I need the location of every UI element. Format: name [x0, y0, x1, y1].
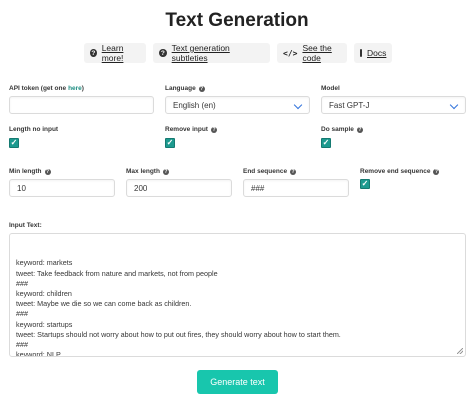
do-sample-label-text: Do sample — [321, 126, 354, 133]
language-value: English (en) — [173, 100, 216, 110]
get-token-link[interactable]: here — [68, 85, 82, 92]
language-label-text: Language — [165, 85, 196, 92]
learn-more-button[interactable]: ? Learn more! — [84, 43, 146, 63]
min-length-label-text: Min length — [9, 168, 42, 175]
max-length-label-text: Max length — [126, 168, 160, 175]
input-text-content: keyword: markets tweet: Take feedback fr… — [16, 258, 341, 357]
remove-end-sequence-checkbox[interactable]: ✓ — [360, 179, 370, 189]
learn-more-label: Learn more! — [101, 43, 124, 63]
generate-text-button[interactable]: Generate text — [197, 370, 278, 394]
subtleties-label: Text generation subtleties — [171, 43, 230, 63]
length-no-input-label-text: Length no input — [9, 126, 59, 133]
help-icon: ? — [290, 168, 297, 175]
remove-input-label-text: Remove input — [165, 126, 208, 133]
chevron-down-icon — [293, 100, 303, 110]
resize-handle-icon[interactable] — [457, 348, 463, 354]
end-sequence-input[interactable]: ### — [243, 179, 349, 197]
model-label: Model — [321, 85, 340, 92]
help-icon: ? — [162, 168, 169, 175]
api-token-input[interactable] — [9, 96, 154, 114]
model-value: Fast GPT-J — [329, 100, 370, 110]
help-icon: ? — [44, 168, 51, 175]
model-select[interactable]: Fast GPT-J — [321, 96, 466, 114]
subtleties-button[interactable]: ? Text generation subtleties — [153, 43, 270, 63]
remove-input-checkbox[interactable]: ✓ — [165, 138, 175, 148]
see-code-label: See the code — [302, 43, 332, 63]
question-circle-icon: ? — [159, 49, 167, 57]
docs-button[interactable]: Docs — [354, 43, 392, 63]
code-icon: </> — [283, 48, 298, 58]
min-length-label: Min length ? — [9, 168, 51, 175]
language-label: Language ? — [165, 85, 205, 92]
end-sequence-label-text: End sequence — [243, 168, 288, 175]
do-sample-label: Do sample ? — [321, 126, 363, 133]
do-sample-checkbox[interactable]: ✓ — [321, 138, 331, 148]
help-icon: ? — [198, 85, 205, 92]
language-select[interactable]: English (en) — [165, 96, 310, 114]
help-icon: ? — [433, 168, 440, 175]
input-text-area[interactable]: keyword: markets tweet: Take feedback fr… — [9, 233, 466, 357]
document-icon — [360, 49, 362, 57]
help-icon: ? — [210, 126, 217, 133]
help-icon: ? — [356, 126, 363, 133]
min-length-input[interactable]: 10 — [9, 179, 115, 197]
remove-end-sequence-label: Remove end sequence ? — [360, 168, 440, 175]
end-sequence-label: End sequence ? — [243, 168, 297, 175]
question-circle-icon: ? — [90, 49, 97, 57]
api-token-label: API token (get one here ) — [9, 85, 84, 92]
chevron-down-icon — [449, 100, 459, 110]
link-bar: ? Learn more! ? Text generation subtleti… — [0, 43, 474, 63]
docs-label: Docs — [367, 48, 387, 58]
remove-end-sequence-label-text: Remove end sequence — [360, 168, 431, 175]
model-label-text: Model — [321, 85, 340, 92]
page-title: Text Generation — [165, 10, 309, 31]
api-token-label-end: ) — [81, 85, 84, 92]
length-no-input-checkbox[interactable]: ✓ — [9, 138, 19, 148]
api-token-label-text: API token (get one — [9, 85, 67, 92]
see-code-button[interactable]: </> See the code — [277, 43, 347, 63]
max-length-input[interactable]: 200 — [126, 179, 232, 197]
remove-input-label: Remove input ? — [165, 126, 217, 133]
max-length-label: Max length ? — [126, 168, 169, 175]
input-text-label: Input Text: — [9, 222, 42, 229]
length-no-input-label: Length no input — [9, 126, 58, 133]
input-text-label-text: Input Text: — [9, 222, 42, 229]
